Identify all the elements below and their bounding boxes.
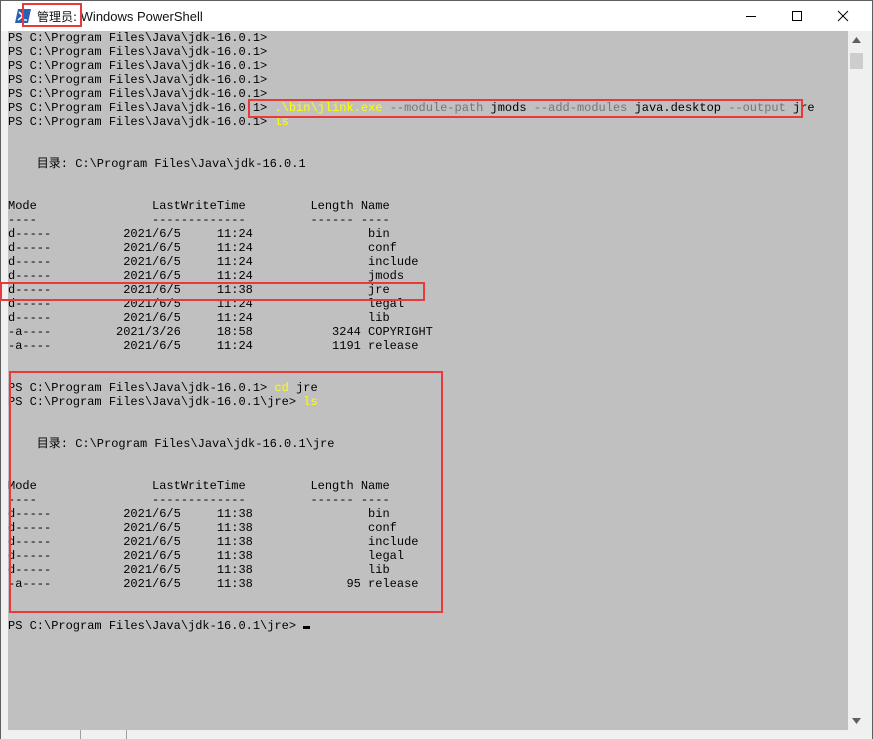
minimize-button[interactable] [728,1,774,31]
listing-row: -a---- 2021/3/26 18:58 3244 COPYRIGHT [8,325,433,339]
close-icon [837,10,849,22]
prompt: PS C:\Program Files\Java\jdk-16.0.1> [8,45,268,59]
prompt: PS C:\Program Files\Java\jdk-16.0.1> [8,31,268,45]
vertical-scrollbar[interactable] [848,31,865,738]
listing-row: d----- 2021/6/5 11:24 conf [8,241,397,255]
listing-row: d----- 2021/6/5 11:24 bin [8,227,390,241]
scroll-down-button[interactable] [848,712,865,729]
listing-row: d----- 2021/6/5 11:24 include [8,255,419,269]
scrollbar-divider [80,730,81,739]
listing-row: d----- 2021/6/5 11:24 jmods [8,269,405,283]
maximize-button[interactable] [774,1,820,31]
title-bar[interactable]: 管理员: Windows PowerShell [1,1,872,31]
prompt: PS C:\Program Files\Java\jdk-16.0.1> [8,59,268,73]
highlight-jre-row [0,282,425,301]
highlight-jlink-command [248,99,803,118]
scroll-up-arrow-icon [852,36,861,43]
highlight-admin-title [22,3,82,27]
text-cursor [303,626,311,629]
scroll-down-arrow-icon [852,717,861,724]
scroll-up-button[interactable] [848,31,865,48]
listing-header-underline: ---- ------------- ------ ---- [8,213,390,227]
close-button[interactable] [820,1,866,31]
prompt: PS C:\Program Files\Java\jdk-16.0.1> [8,73,268,87]
scrollbar-divider [126,730,127,739]
highlight-jre-listing [9,371,443,613]
prompt: PS C:\Program Files\Java\jdk-16.0.1> [8,115,268,129]
prompt: PS C:\Program Files\Java\jdk-16.0.1> [8,101,268,115]
maximize-icon [792,11,802,21]
listing-header: Mode LastWriteTime Length Name [8,199,390,213]
prompt: PS C:\Program Files\Java\jdk-16.0.1> [8,87,268,101]
listing-row: -a---- 2021/6/5 11:24 1191 release [8,339,419,353]
directory-label: 目录: C:\Program Files\Java\jdk-16.0.1 [8,157,306,171]
title-text: Windows PowerShell [77,9,203,24]
scroll-thumb[interactable] [850,53,863,69]
listing-row: d----- 2021/6/5 11:24 lib [8,311,390,325]
horizontal-scrollbar[interactable] [1,730,872,739]
prompt-jre: PS C:\Program Files\Java\jdk-16.0.1\jre> [8,619,297,633]
minimize-icon [746,16,756,17]
